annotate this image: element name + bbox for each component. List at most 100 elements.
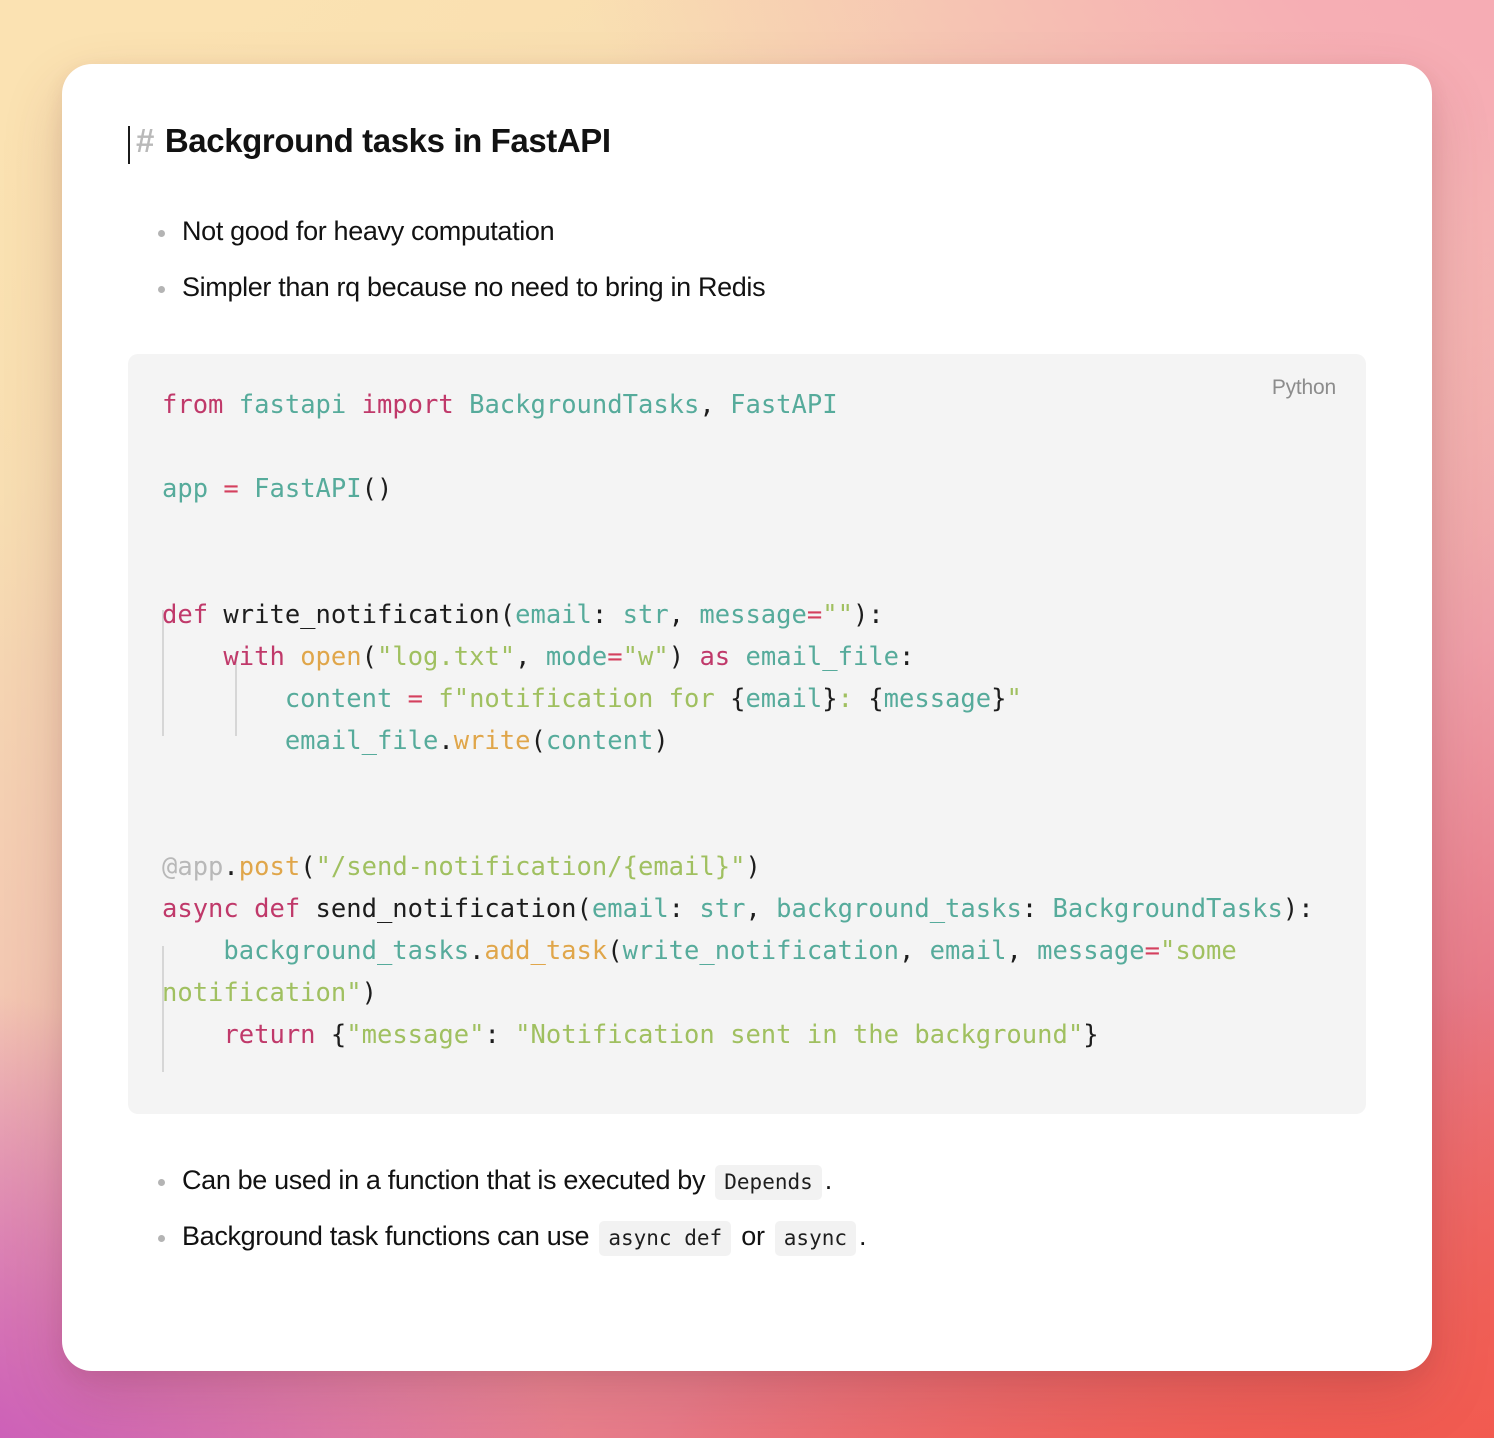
code-token: (	[530, 726, 546, 756]
code-token: FastAPI	[730, 390, 838, 420]
inline-code-badge: async def	[599, 1221, 732, 1256]
code-token: def	[254, 894, 301, 924]
code-token: content	[545, 726, 654, 756]
list-item[interactable]: Not good for heavy computation	[158, 218, 1366, 245]
list-item[interactable]: Simpler than rq because no need to bring…	[158, 274, 1366, 301]
code-token: .	[469, 936, 485, 966]
code-token: FastAPI	[254, 474, 362, 504]
code-token: (	[607, 936, 623, 966]
code-token: email	[929, 936, 1007, 966]
code-token: f"notification for	[438, 684, 731, 714]
bullet-dot-icon	[158, 286, 165, 293]
code-token: (	[499, 600, 516, 630]
code-token: )	[376, 474, 393, 504]
page-title[interactable]: # Background tasks in FastAPI	[128, 122, 1366, 164]
text-caret	[128, 126, 130, 164]
code-token: :	[668, 894, 685, 924]
code-token: post	[238, 852, 301, 882]
code-token: )	[1282, 894, 1299, 924]
code-token: email_file	[284, 726, 439, 756]
code-token: =	[607, 642, 623, 672]
bullet-dot-icon	[158, 1235, 165, 1242]
document-body[interactable]: # Background tasks in FastAPI Not good f…	[62, 64, 1432, 1290]
code-token: ,	[668, 600, 685, 630]
inline-text: .	[824, 1165, 833, 1195]
code-token: background_tasks	[223, 936, 470, 966]
code-token: :	[837, 684, 869, 714]
code-token: }	[1083, 1020, 1099, 1050]
code-token: async	[162, 894, 239, 924]
code-token: )	[653, 726, 669, 756]
code-token: .	[223, 852, 239, 882]
code-token: "	[730, 852, 746, 882]
code-content[interactable]: from fastapi import BackgroundTasks, Fas…	[162, 384, 1332, 1056]
code-token: email_file	[745, 642, 900, 672]
code-token: app	[162, 474, 209, 504]
code-token: )	[361, 978, 377, 1008]
inline-text: or	[734, 1221, 772, 1251]
code-token: {	[730, 684, 746, 714]
code-token: "message"	[346, 1020, 485, 1050]
code-token: )	[745, 852, 761, 882]
code-token: =	[223, 474, 239, 504]
code-token: @app	[162, 852, 224, 882]
code-token: )	[852, 600, 869, 630]
bullet-list-bottom: Can be used in a function that is execut…	[128, 1165, 1366, 1256]
code-token: def	[162, 600, 209, 630]
code-token: {	[868, 684, 884, 714]
inline-code-badge: async	[774, 1221, 856, 1256]
code-token: }	[991, 684, 1007, 714]
code-token: message	[699, 600, 807, 630]
code-token: {	[330, 1020, 347, 1050]
code-token: send_notification	[315, 894, 577, 924]
code-block[interactable]: Python from fastapi import BackgroundTas…	[128, 354, 1366, 1114]
list-item-label: Simpler than rq because no need to bring…	[182, 272, 766, 302]
page-title-text: Background tasks in FastAPI	[164, 122, 611, 159]
code-token: "w"	[622, 642, 669, 672]
code-token: :	[868, 600, 884, 630]
code-token: :	[1298, 894, 1314, 924]
code-token: background_tasks	[776, 894, 1022, 924]
code-token: :	[899, 642, 915, 672]
code-token: email	[515, 600, 592, 630]
list-item[interactable]: Can be used in a function that is execut…	[158, 1165, 1366, 1200]
code-token: :	[484, 1020, 500, 1050]
code-token: with	[223, 642, 285, 672]
code-token: str	[622, 600, 669, 630]
code-token: write	[453, 726, 531, 756]
list-item[interactable]: Background task functions can use async …	[158, 1221, 1366, 1256]
list-item-label: Not good for heavy computation	[182, 216, 555, 246]
code-token: "	[1006, 684, 1022, 714]
code-token: {email}	[622, 852, 731, 882]
list-item-label: Can be used in a function that is execut…	[182, 1165, 833, 1200]
bullet-dot-icon	[158, 1179, 165, 1186]
code-token: as	[699, 642, 731, 672]
code-token: mode	[545, 642, 608, 672]
code-token: .	[438, 726, 454, 756]
code-token: message	[883, 684, 992, 714]
code-token: from	[162, 390, 224, 420]
code-token: email	[745, 684, 823, 714]
code-token: import	[361, 390, 454, 420]
code-token: ""	[822, 600, 853, 630]
code-token: )	[668, 642, 685, 672]
code-token: add_task	[484, 936, 608, 966]
